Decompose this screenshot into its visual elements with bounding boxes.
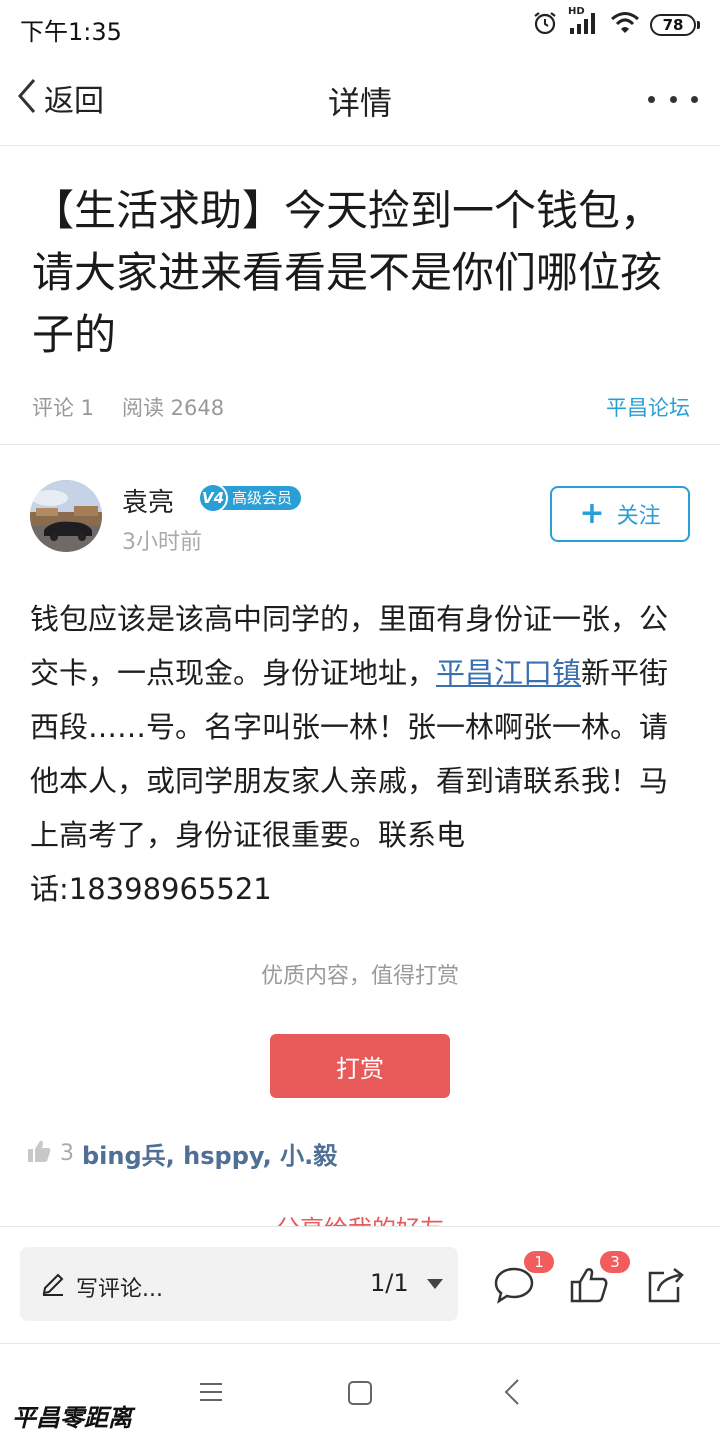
divider	[0, 444, 720, 445]
post-title: 【生活求助】今天捡到一个钱包，请大家进来看看是不是你们哪位孩子的	[32, 186, 663, 359]
forum-link[interactable]: 平昌论坛	[606, 392, 690, 422]
comment-input[interactable]: 写评论... 1/1	[20, 1247, 458, 1321]
share-button[interactable]	[644, 1263, 688, 1307]
follow-button[interactable]: + 关注	[550, 486, 690, 542]
read-count: 阅读 2648	[122, 396, 225, 420]
share-hint: 分享给我的好友	[0, 1214, 720, 1226]
alarm-icon	[532, 10, 558, 40]
chevron-left-icon	[14, 76, 40, 120]
like-button[interactable]: 3	[568, 1251, 630, 1307]
like-badge: 3	[600, 1251, 630, 1273]
battery-icon: 78	[650, 14, 700, 36]
caret-down-icon[interactable]	[427, 1279, 443, 1289]
home-icon[interactable]	[347, 1380, 373, 1410]
liker-names[interactable]: bing兵, hsppy, 小.毅	[82, 1136, 337, 1171]
reward-button[interactable]: 打赏	[270, 1034, 450, 1098]
post-time: 3小时前	[122, 530, 202, 555]
pencil-icon	[40, 1271, 66, 1301]
page-title: 详情	[327, 84, 392, 122]
battery-level: 78	[650, 14, 696, 36]
signal-icon: HD	[568, 6, 600, 40]
post-meta: 评论 1 阅读 2648 平昌论坛	[32, 392, 690, 424]
comments-button[interactable]: 1	[492, 1251, 554, 1307]
status-time: 下午1:35	[20, 18, 122, 46]
thumbs-up-icon[interactable]	[26, 1138, 52, 1168]
back-label: 返回	[44, 84, 104, 119]
status-icons: HD 78	[532, 6, 700, 40]
more-menu-button[interactable]	[648, 84, 698, 114]
likes-row: 3 bing兵, hsppy, 小.毅	[26, 1136, 337, 1170]
comment-count: 评论 1	[32, 396, 95, 420]
reward-hint: 优质内容，值得打赏	[260, 964, 459, 989]
member-badge-label: 高级会员	[220, 486, 302, 510]
avatar[interactable]	[30, 480, 102, 552]
nav-bar: 返回 详情	[0, 52, 720, 146]
author-name[interactable]: 袁亮	[122, 482, 174, 519]
dot-icon	[669, 95, 677, 103]
bottom-action-bar: 写评论... 1/1 1 3	[0, 1226, 720, 1344]
hd-label: HD	[568, 6, 585, 17]
back-nav-icon[interactable]	[502, 1378, 522, 1410]
address-link[interactable]: 平昌江口镇	[436, 656, 581, 690]
like-count: 3	[60, 1140, 74, 1166]
comment-placeholder: 写评论...	[76, 1277, 163, 1302]
back-button[interactable]: 返回	[14, 76, 104, 120]
watermark-logo: 平昌零距离	[12, 1404, 132, 1432]
dot-icon	[691, 95, 698, 103]
post-body: 钱包应该是该高中同学的，里面有身份证一张，公交卡，一点现金。身份证地址，平昌江口…	[30, 592, 694, 916]
plus-icon: +	[579, 496, 605, 531]
member-badge: V4 高级会员	[198, 483, 302, 513]
vip-level-icon: V4	[198, 483, 228, 513]
body-text-2: 新平街西段……号。名字叫张一林！张一林啊张一林。请他本人，或同学朋友家人亲戚，看…	[30, 656, 669, 906]
comment-badge: 1	[524, 1251, 554, 1273]
page-indicator[interactable]: 1/1	[370, 1269, 409, 1297]
menu-icon[interactable]	[198, 1380, 224, 1408]
follow-label: 关注	[616, 504, 661, 529]
wifi-icon	[610, 11, 640, 39]
status-bar: 下午1:35 HD 78	[0, 0, 720, 52]
dot-icon	[648, 95, 655, 103]
